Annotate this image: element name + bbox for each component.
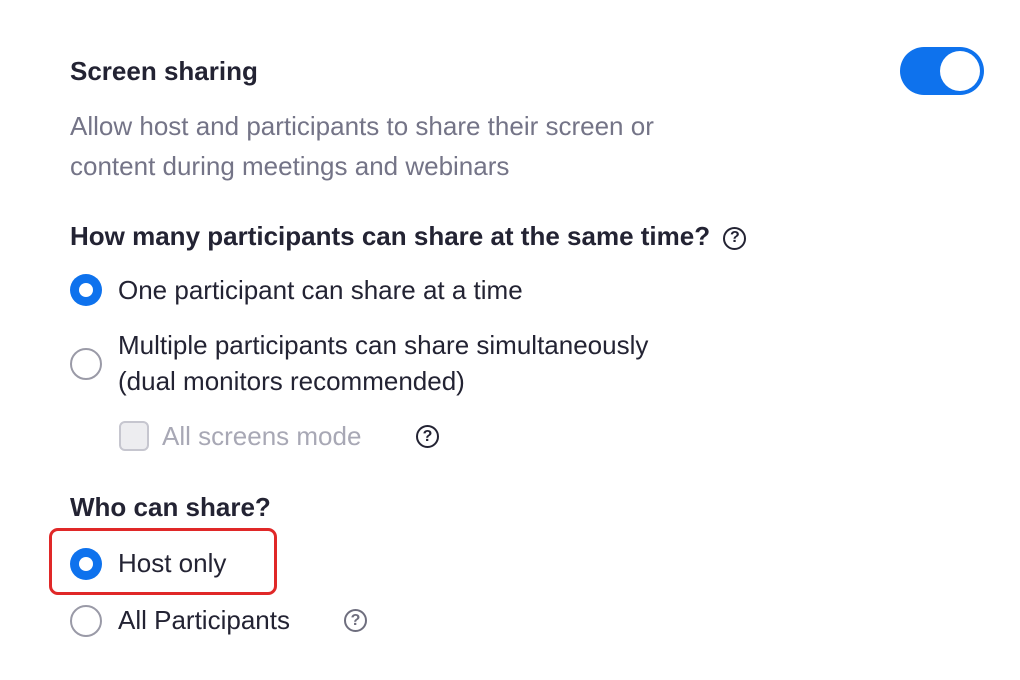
share-count-heading: How many participants can share at the s… bbox=[70, 221, 747, 251]
option-one-participant-label: One participant can share at a time bbox=[118, 275, 523, 305]
option-host-only-label: Host only bbox=[118, 548, 227, 578]
all-participants-help-icon[interactable]: ? bbox=[344, 609, 367, 632]
screen-sharing-title: Screen sharing bbox=[70, 56, 258, 86]
option-multiple-line-1: Multiple participants can share simultan… bbox=[118, 330, 649, 360]
description-line-1: Allow host and participants to share the… bbox=[70, 111, 654, 141]
option-all-participants-label: All Participants bbox=[118, 605, 290, 635]
share-count-question: How many participants can share at the s… bbox=[70, 221, 711, 251]
radio-host-only[interactable] bbox=[70, 548, 102, 580]
all-screens-mode-checkbox[interactable] bbox=[119, 421, 149, 451]
description-line-2: content during meetings and webinars bbox=[70, 151, 510, 181]
who-can-share-heading: Who can share? bbox=[70, 492, 271, 522]
all-screens-help-icon[interactable]: ? bbox=[416, 425, 439, 448]
radio-one-participant[interactable] bbox=[70, 274, 102, 306]
option-multiple-participants-label: Multiple participants can share simultan… bbox=[118, 327, 648, 399]
toggle-knob bbox=[940, 51, 980, 91]
screen-sharing-toggle[interactable] bbox=[900, 47, 984, 95]
radio-all-participants[interactable] bbox=[70, 605, 102, 637]
all-screens-mode-label: All screens mode bbox=[162, 421, 362, 451]
screen-sharing-description: Allow host and participants to share the… bbox=[70, 106, 830, 186]
help-icon[interactable]: ? bbox=[723, 226, 747, 250]
radio-multiple-participants[interactable] bbox=[70, 348, 102, 380]
option-multiple-line-2: (dual monitors recommended) bbox=[118, 366, 465, 396]
